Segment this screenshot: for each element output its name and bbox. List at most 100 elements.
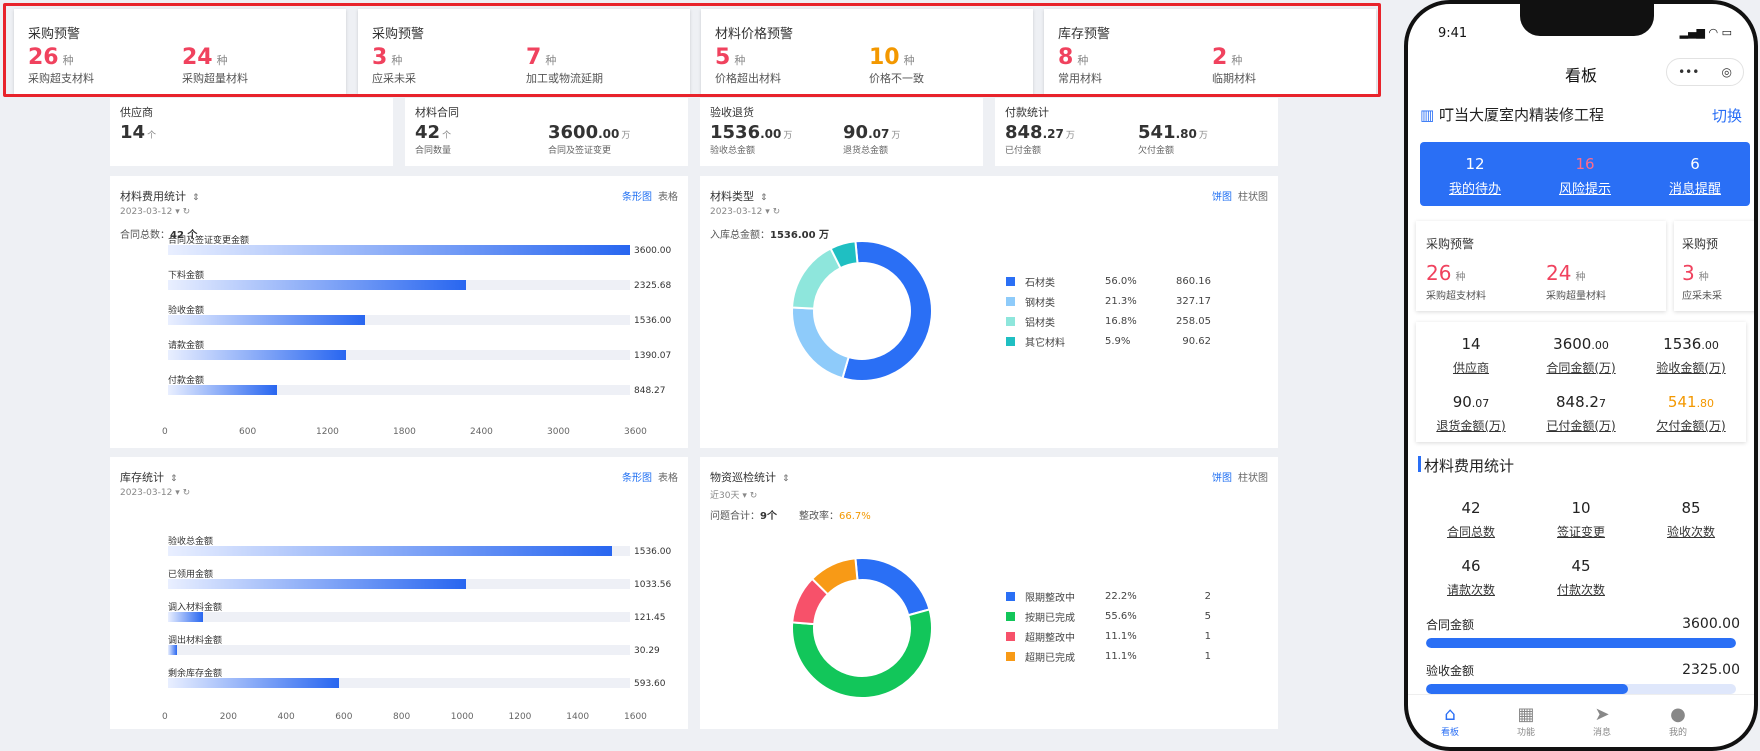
todo-item[interactable]: 16 风险提示	[1530, 154, 1640, 197]
count-label: 请款次数	[1446, 583, 1495, 597]
legend-item[interactable]: 超期已完成 11.1% 1	[1006, 647, 1211, 665]
legend-item[interactable]: 按期已完成 55.6% 5	[1006, 607, 1211, 625]
todo-item[interactable]: 12 我的待办	[1420, 154, 1530, 197]
count-item[interactable]: 85 验收次数	[1636, 498, 1746, 540]
warn-title: 采购预警	[1426, 237, 1475, 251]
project-name[interactable]: ▥ 叮当大厦室内精装修工程	[1420, 104, 1604, 125]
more-icon[interactable]: •••	[1678, 65, 1699, 79]
count-item[interactable]: 46 请款次数	[1416, 556, 1526, 598]
count-label: 验收次数	[1666, 525, 1715, 539]
phone-frame: 9:41 ▂▄▆ ◠ ▭ 看板 ••• ◎ ▥ 叮当大厦室内精装修工程 切换 12…	[1404, 0, 1758, 751]
bar[interactable]	[168, 385, 277, 395]
legend-item[interactable]: 钢材类 21.3% 327.17	[1006, 292, 1211, 310]
stat-label: 验收金额(万)	[1656, 361, 1726, 375]
bar[interactable]	[168, 245, 630, 255]
bar-track	[168, 385, 630, 395]
donut-slice[interactable]	[854, 557, 931, 617]
tabbar-item[interactable]: ● 我的	[1648, 704, 1708, 738]
metric-label: 退货总金额	[843, 146, 889, 156]
warn-metric[interactable]: 26 种采购超支材料	[1426, 261, 1486, 302]
bar-track	[168, 645, 630, 655]
metric-label: 欠付金额	[1138, 146, 1175, 156]
tabbar-item[interactable]: ➤ 消息	[1572, 704, 1632, 738]
highlight-box	[3, 3, 1381, 97]
metric-label: 合同及签证变更	[548, 146, 612, 156]
stat-value: 14	[1461, 335, 1481, 353]
switch-button[interactable]: 切换	[1712, 105, 1742, 126]
stat-item[interactable]: 541.80 欠付金额(万)	[1636, 392, 1746, 434]
legend-label: 其它材料	[1025, 337, 1065, 349]
close-target-icon[interactable]: ◎	[1721, 65, 1731, 79]
legend-item[interactable]: 铝材类 16.8% 258.05	[1006, 312, 1211, 330]
legend-item[interactable]: 限期整改中 22.2% 2	[1006, 587, 1211, 605]
legend-percent: 11.1%	[1105, 650, 1137, 662]
bar[interactable]	[168, 579, 467, 589]
stat-item[interactable]: 848.27 已付金额(万)	[1526, 392, 1636, 434]
count-item[interactable]: 42 合同总数	[1416, 498, 1526, 540]
bar[interactable]	[168, 350, 347, 360]
bar-track	[168, 546, 630, 556]
axis-tick-label: 200	[219, 712, 237, 722]
legend-swatch	[1006, 276, 1015, 286]
legend-value: 90.62	[1182, 335, 1211, 347]
summary-title: 付款统计	[1005, 106, 1049, 119]
bar[interactable]	[168, 315, 366, 325]
metric-decimal: .80	[1175, 127, 1197, 141]
todo-label: 风险提示	[1558, 182, 1611, 197]
bar[interactable]	[168, 645, 177, 655]
count-label: 付款次数	[1556, 583, 1605, 597]
bar[interactable]	[168, 280, 467, 290]
panel-stock: 库存统计 ⇕ 2023-03-12 ▾ ↻ 条形图 表格 验收总金额 1536.00 已…	[110, 457, 688, 729]
legend-percent: 11.1%	[1105, 630, 1137, 642]
metric-value: 14	[120, 122, 146, 143]
grid-icon: ▦	[1517, 704, 1535, 725]
bar[interactable]	[168, 612, 204, 622]
progress-value: 2325.00	[1682, 662, 1740, 678]
stat-item[interactable]: 1536.00 验收金额(万)	[1636, 334, 1746, 376]
section-marker	[1418, 456, 1421, 472]
legend-percent: 56.0%	[1105, 275, 1137, 287]
legend-value: 258.05	[1176, 315, 1211, 327]
status-icons: ▂▄▆ ◠ ▭	[1679, 26, 1732, 39]
todo-item[interactable]: 6 消息提醒	[1640, 154, 1750, 197]
stat-item[interactable]: 14 供应商	[1416, 334, 1526, 376]
bar[interactable]	[168, 678, 340, 688]
summary-metric: 1536.00 万验收总金额	[710, 122, 792, 156]
metric-decimal: .27	[1042, 127, 1064, 141]
stat-decimal: .07	[1471, 397, 1490, 410]
warn-metric[interactable]: 24 种采购超量材料	[1546, 261, 1606, 302]
summary-metric: 3600.00 万合同及签证变更	[548, 122, 630, 156]
axis-tick-label: 1200	[508, 712, 532, 722]
metric-unit: 个	[442, 131, 452, 141]
count-item[interactable]: 10 签证变更	[1526, 498, 1636, 540]
legend-item[interactable]: 其它材料 5.9% 90.62	[1006, 332, 1211, 350]
metric-value: 848	[1005, 122, 1043, 143]
tabbar-label: 功能	[1516, 728, 1535, 738]
tabbar-item[interactable]: ▦ 功能	[1496, 704, 1556, 738]
tabbar-item[interactable]: ⌂ 看板	[1420, 704, 1480, 738]
legend-item[interactable]: 石材类 56.0% 860.16	[1006, 272, 1211, 290]
stat-decimal: .00	[1591, 339, 1609, 352]
legend-label: 超期整改中	[1025, 632, 1075, 644]
summary-metric: 14 个	[120, 122, 156, 143]
metric-value: 3	[1682, 261, 1695, 285]
stat-item[interactable]: 90.07 退货金额(万)	[1416, 392, 1526, 434]
donut-slice[interactable]	[791, 306, 850, 380]
metric-label: 应采未采	[1682, 291, 1722, 302]
bar-value-label: 1536.00	[634, 547, 672, 557]
bar[interactable]	[168, 546, 612, 556]
metric-label: 已付金额	[1005, 146, 1042, 156]
capsule-menu[interactable]: ••• ◎	[1666, 58, 1744, 86]
count-item[interactable]: 45 付款次数	[1526, 556, 1636, 598]
legend-percent: 55.6%	[1105, 610, 1137, 622]
bar-track	[168, 245, 630, 255]
legend-swatch	[1006, 611, 1015, 621]
stat-item[interactable]: 3600.00 合同金额(万)	[1526, 334, 1636, 376]
warn-metric[interactable]: 3 种应采未采	[1682, 261, 1722, 302]
legend-item[interactable]: 超期整改中 11.1% 1	[1006, 627, 1211, 645]
donut-slice[interactable]	[791, 247, 842, 310]
todo-value: 12	[1465, 155, 1485, 173]
bar-value-label: 3600.00	[634, 246, 672, 256]
status-time: 9:41	[1438, 26, 1468, 41]
axis-tick-label: 1400	[566, 712, 590, 722]
